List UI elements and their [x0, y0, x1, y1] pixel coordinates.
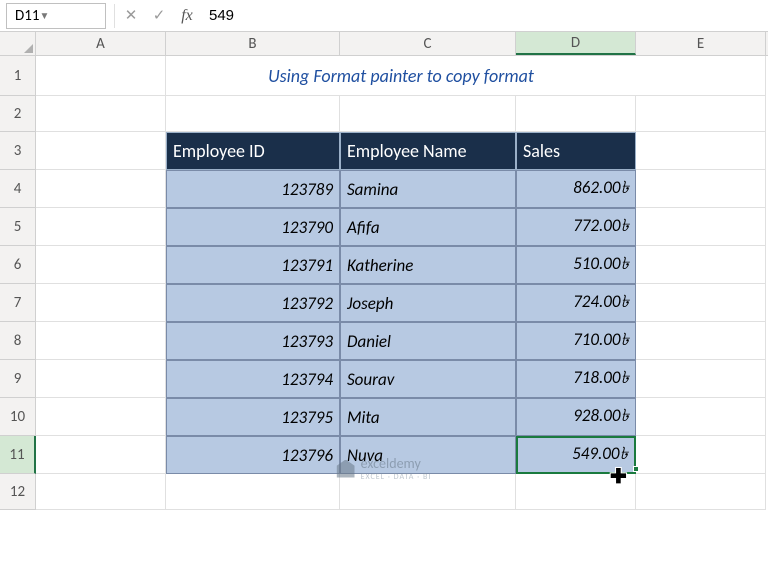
cell-sales[interactable]: 862.00৳	[516, 170, 636, 208]
cell-a8[interactable]	[36, 322, 166, 360]
cancel-icon[interactable]: ✕	[117, 3, 145, 29]
enter-icon[interactable]: ✓	[145, 3, 173, 29]
cell-employee-id[interactable]: 123792	[166, 284, 340, 322]
cell-e10[interactable]	[636, 398, 766, 436]
cell-e12[interactable]	[636, 474, 766, 510]
cell-e2[interactable]	[636, 96, 766, 132]
cell-a10[interactable]	[36, 398, 166, 436]
cell-a9[interactable]	[36, 360, 166, 398]
cell-employee-name[interactable]: Samina	[340, 170, 516, 208]
column-headers: A B C D E	[0, 32, 768, 56]
col-header-a[interactable]: A	[36, 32, 166, 55]
cell-e4[interactable]	[636, 170, 766, 208]
header-employee-id[interactable]: Employee ID	[166, 132, 340, 170]
cell-employee-id[interactable]: 123795	[166, 398, 340, 436]
cell-e3[interactable]	[636, 132, 766, 170]
row-header-1[interactable]: 1	[0, 56, 36, 96]
row-header-3[interactable]: 3	[0, 132, 36, 170]
row-header-11[interactable]: 11	[0, 436, 36, 474]
row-header-7[interactable]: 7	[0, 284, 36, 322]
cell-a7[interactable]	[36, 284, 166, 322]
cell-b2[interactable]	[166, 96, 340, 132]
select-all-corner[interactable]	[0, 32, 36, 55]
cell-a4[interactable]	[36, 170, 166, 208]
name-box[interactable]: D11 ▼	[6, 3, 106, 29]
row-header-6[interactable]: 6	[0, 246, 36, 284]
row-header-9[interactable]: 9	[0, 360, 36, 398]
separator	[114, 4, 115, 28]
cell-e5[interactable]	[636, 208, 766, 246]
col-header-d[interactable]: D	[516, 32, 636, 55]
col-header-c[interactable]: C	[340, 32, 516, 55]
watermark-tagline: EXCEL · DATA · BI	[361, 472, 432, 482]
col-header-b[interactable]: B	[166, 32, 340, 55]
fill-handle[interactable]	[633, 466, 639, 472]
row-header-5[interactable]: 5	[0, 208, 36, 246]
cell-a5[interactable]	[36, 208, 166, 246]
cell-d2[interactable]	[516, 96, 636, 132]
cell-e8[interactable]	[636, 322, 766, 360]
cell-e9[interactable]	[636, 360, 766, 398]
chevron-down-icon[interactable]: ▼	[39, 9, 55, 22]
watermark: exceldemy EXCEL · DATA · BI	[337, 455, 432, 482]
cell-e6[interactable]	[636, 246, 766, 284]
watermark-brand: exceldemy	[361, 455, 432, 472]
cell-employee-name[interactable]: Daniel	[340, 322, 516, 360]
cell-employee-name[interactable]: Afifa	[340, 208, 516, 246]
cell-employee-id[interactable]: 123790	[166, 208, 340, 246]
row-header-10[interactable]: 10	[0, 398, 36, 436]
cell-a2[interactable]	[36, 96, 166, 132]
row-header-4[interactable]: 4	[0, 170, 36, 208]
cell-sales[interactable]: 510.00৳	[516, 246, 636, 284]
cell-a6[interactable]	[36, 246, 166, 284]
cell-a3[interactable]	[36, 132, 166, 170]
col-header-e[interactable]: E	[636, 32, 766, 55]
spreadsheet-grid[interactable]: A B C D E 1 Using Format painter to copy…	[0, 32, 768, 510]
cell-a12[interactable]	[36, 474, 166, 510]
fx-icon[interactable]: fx	[173, 3, 201, 29]
watermark-logo-icon	[337, 460, 355, 478]
cell-sales[interactable]: 549.00৳	[516, 436, 636, 474]
cell-a1[interactable]	[36, 56, 166, 96]
cell-employee-name[interactable]: Sourav	[340, 360, 516, 398]
cell-employee-name[interactable]: Joseph	[340, 284, 516, 322]
cell-employee-id[interactable]: 123789	[166, 170, 340, 208]
cell-a11[interactable]	[36, 436, 166, 474]
title-cell[interactable]: Using Format painter to copy format	[166, 56, 636, 96]
cell-sales[interactable]: 710.00৳	[516, 322, 636, 360]
cell-employee-id[interactable]: 123793	[166, 322, 340, 360]
cell-sales[interactable]: 772.00৳	[516, 208, 636, 246]
cell-sales[interactable]: 724.00৳	[516, 284, 636, 322]
cell-employee-name[interactable]: Katherine	[340, 246, 516, 284]
row-header-8[interactable]: 8	[0, 322, 36, 360]
cell-e11[interactable]	[636, 436, 766, 474]
cell-employee-name[interactable]: Mita	[340, 398, 516, 436]
cell-employee-id[interactable]: 123791	[166, 246, 340, 284]
cell-sales[interactable]: 718.00৳	[516, 360, 636, 398]
name-box-value: D11	[15, 7, 39, 25]
row-header-2[interactable]: 2	[0, 96, 36, 132]
cell-c2[interactable]	[340, 96, 516, 132]
header-sales[interactable]: Sales	[516, 132, 636, 170]
cell-sales[interactable]: 928.00৳	[516, 398, 636, 436]
cell-employee-id[interactable]: 123796	[166, 436, 340, 474]
cell-b12[interactable]	[166, 474, 340, 510]
cell-e1[interactable]	[636, 56, 766, 96]
cell-d12[interactable]	[516, 474, 636, 510]
row-header-12[interactable]: 12	[0, 474, 36, 510]
header-employee-name[interactable]: Employee Name	[340, 132, 516, 170]
cell-e7[interactable]	[636, 284, 766, 322]
formula-input[interactable]	[201, 3, 768, 29]
cell-employee-id[interactable]: 123794	[166, 360, 340, 398]
formula-bar: D11 ▼ ✕ ✓ fx	[0, 0, 768, 32]
